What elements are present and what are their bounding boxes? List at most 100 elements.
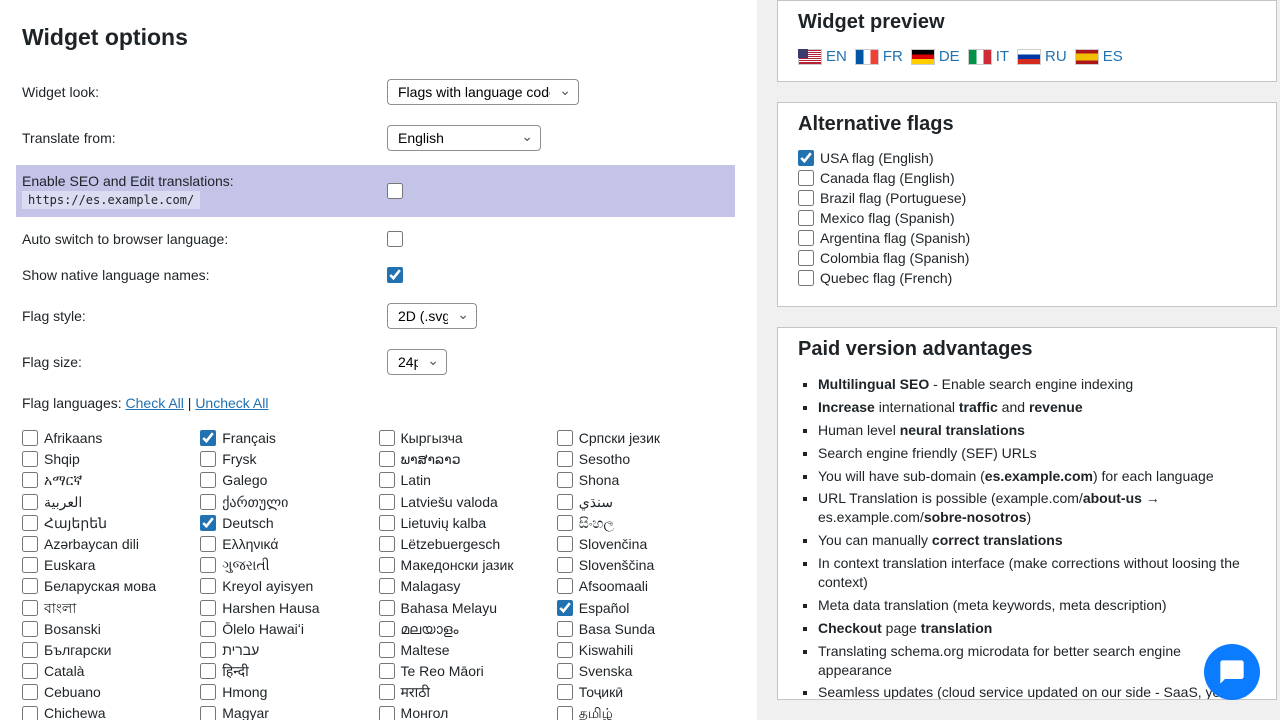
language-checkbox[interactable]: [557, 578, 573, 594]
alt-flag-item[interactable]: Colombia flag (Spanish): [798, 250, 1256, 266]
language-checkbox[interactable]: [379, 472, 395, 488]
language-checkbox[interactable]: [200, 706, 216, 720]
alt-flag-item[interactable]: Canada flag (English): [798, 170, 1256, 186]
language-checkbox[interactable]: [200, 451, 216, 467]
language-checkbox[interactable]: [557, 472, 573, 488]
alt-flag-checkbox[interactable]: [798, 190, 814, 206]
language-checkbox[interactable]: [557, 494, 573, 510]
alt-flag-item[interactable]: Argentina flag (Spanish): [798, 230, 1256, 246]
language-checkbox[interactable]: [200, 600, 216, 616]
language-checkbox[interactable]: [379, 621, 395, 637]
language-item[interactable]: سنڌي: [557, 493, 735, 511]
language-checkbox[interactable]: [557, 663, 573, 679]
preview-lang[interactable]: RU: [1017, 48, 1067, 65]
language-checkbox[interactable]: [200, 515, 216, 531]
language-item[interactable]: Harshen Hausa: [200, 599, 378, 617]
language-checkbox[interactable]: [200, 536, 216, 552]
language-item[interactable]: Български: [22, 641, 200, 659]
uncheck-all-link[interactable]: Uncheck All: [195, 395, 268, 411]
language-checkbox[interactable]: [22, 472, 38, 488]
language-checkbox[interactable]: [200, 472, 216, 488]
language-checkbox[interactable]: [22, 684, 38, 700]
language-checkbox[interactable]: [379, 642, 395, 658]
language-checkbox[interactable]: [379, 451, 395, 467]
language-checkbox[interactable]: [379, 684, 395, 700]
alt-flag-checkbox[interactable]: [798, 210, 814, 226]
translate-from-select[interactable]: English: [387, 125, 541, 151]
language-item[interactable]: עברית: [200, 641, 378, 659]
language-checkbox[interactable]: [557, 536, 573, 552]
language-checkbox[interactable]: [200, 430, 216, 446]
alt-flag-checkbox[interactable]: [798, 150, 814, 166]
alt-flag-item[interactable]: Brazil flag (Portuguese): [798, 190, 1256, 206]
language-checkbox[interactable]: [379, 430, 395, 446]
language-checkbox[interactable]: [379, 600, 395, 616]
language-checkbox[interactable]: [22, 494, 38, 510]
language-checkbox[interactable]: [22, 578, 38, 594]
language-item[interactable]: Galego: [200, 471, 378, 489]
language-item[interactable]: Magyar: [200, 704, 378, 720]
language-item[interactable]: ગુજરાતી: [200, 556, 378, 574]
language-item[interactable]: தமிழ்: [557, 704, 735, 720]
language-item[interactable]: አማርኛ: [22, 471, 200, 489]
language-checkbox[interactable]: [200, 494, 216, 510]
language-item[interactable]: Монгол: [379, 704, 557, 720]
language-item[interactable]: Bosanski: [22, 620, 200, 638]
language-item[interactable]: Ōlelo Hawaiʻi: [200, 620, 378, 638]
language-checkbox[interactable]: [22, 642, 38, 658]
language-item[interactable]: Македонски јазик: [379, 556, 557, 574]
alt-flag-item[interactable]: USA flag (English): [798, 150, 1256, 166]
language-item[interactable]: Maltese: [379, 641, 557, 659]
language-item[interactable]: Català: [22, 662, 200, 680]
alt-flag-checkbox[interactable]: [798, 250, 814, 266]
preview-lang[interactable]: FR: [855, 48, 903, 65]
language-checkbox[interactable]: [557, 451, 573, 467]
alt-flag-checkbox[interactable]: [798, 170, 814, 186]
widget-look-select[interactable]: Flags with language code: [387, 79, 579, 105]
language-checkbox[interactable]: [22, 451, 38, 467]
language-item[interactable]: Беларуская мова: [22, 577, 200, 595]
language-item[interactable]: Svenska: [557, 662, 735, 680]
chat-fab[interactable]: [1204, 644, 1260, 700]
language-item[interactable]: Kiswahili: [557, 641, 735, 659]
language-checkbox[interactable]: [557, 684, 573, 700]
language-item[interactable]: Chichewa: [22, 704, 200, 720]
language-checkbox[interactable]: [557, 515, 573, 531]
language-item[interactable]: Frysk: [200, 450, 378, 468]
language-item[interactable]: Српски језик: [557, 429, 735, 447]
language-checkbox[interactable]: [200, 621, 216, 637]
language-item[interactable]: मराठी: [379, 683, 557, 701]
language-item[interactable]: বাংলা: [22, 599, 200, 617]
language-checkbox[interactable]: [557, 430, 573, 446]
language-item[interactable]: മലയാളം: [379, 620, 557, 638]
language-checkbox[interactable]: [200, 663, 216, 679]
alt-flag-checkbox[interactable]: [798, 230, 814, 246]
alt-flag-item[interactable]: Mexico flag (Spanish): [798, 210, 1256, 226]
language-item[interactable]: ქართული: [200, 493, 378, 511]
preview-lang[interactable]: IT: [968, 48, 1009, 65]
language-item[interactable]: Hmong: [200, 683, 378, 701]
preview-lang[interactable]: EN: [798, 48, 847, 65]
language-checkbox[interactable]: [557, 557, 573, 573]
language-checkbox[interactable]: [200, 557, 216, 573]
language-item[interactable]: ພາສາລາວ: [379, 450, 557, 468]
auto-switch-checkbox[interactable]: [387, 231, 403, 247]
language-item[interactable]: Lietuvių kalba: [379, 514, 557, 532]
flag-size-select[interactable]: 24px: [387, 349, 447, 375]
language-item[interactable]: Deutsch: [200, 514, 378, 532]
language-checkbox[interactable]: [379, 706, 395, 720]
language-item[interactable]: Cebuano: [22, 683, 200, 701]
language-item[interactable]: Français: [200, 429, 378, 447]
language-item[interactable]: Slovenščina: [557, 556, 735, 574]
language-item[interactable]: Lëtzebuergesch: [379, 535, 557, 553]
language-checkbox[interactable]: [22, 600, 38, 616]
language-checkbox[interactable]: [379, 515, 395, 531]
language-item[interactable]: Kreyol ayisyen: [200, 577, 378, 595]
language-item[interactable]: Basa Sunda: [557, 620, 735, 638]
language-item[interactable]: Тоҷикӣ: [557, 683, 735, 701]
seo-checkbox[interactable]: [387, 183, 403, 199]
language-item[interactable]: العربية: [22, 493, 200, 511]
language-item[interactable]: Latviešu valoda: [379, 493, 557, 511]
language-checkbox[interactable]: [200, 684, 216, 700]
language-item[interactable]: Azərbaycan dili: [22, 535, 200, 553]
